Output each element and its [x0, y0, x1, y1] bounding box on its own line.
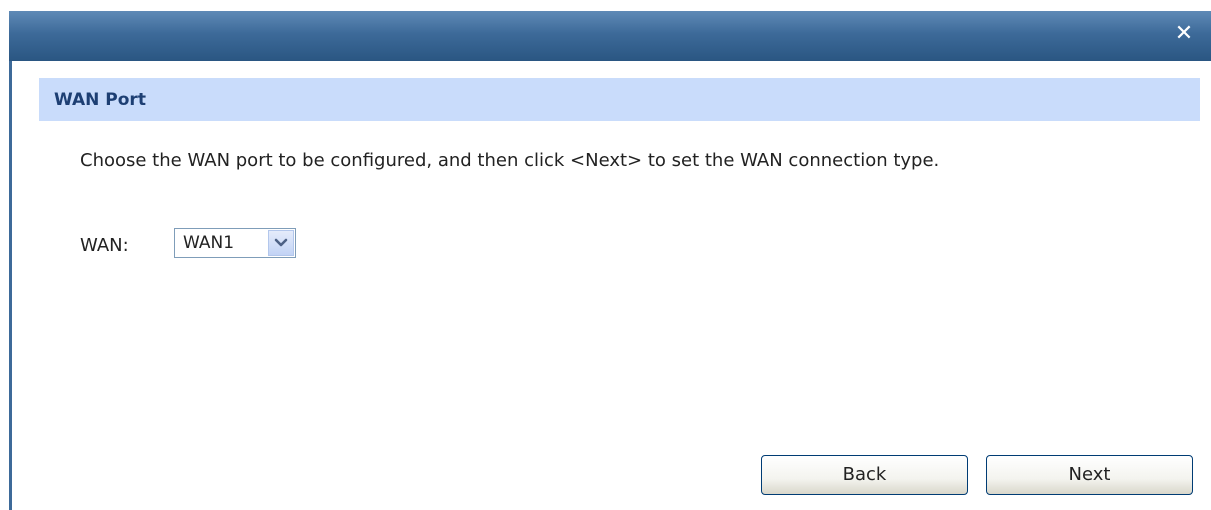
section-header: WAN Port [39, 78, 1200, 121]
back-button[interactable]: Back [761, 455, 968, 495]
wan-label: WAN: [80, 235, 129, 256]
next-button[interactable]: Next [986, 455, 1193, 495]
chevron-down-icon [274, 238, 288, 247]
wan-port-dialog: ✕ WAN Port Choose the WAN port to be con… [0, 0, 1211, 510]
wan-select-value: WAN1 [183, 233, 235, 253]
wan-select[interactable]: WAN1 [174, 228, 296, 258]
dropdown-button[interactable] [268, 230, 294, 256]
section-title: WAN Port [54, 90, 146, 110]
dialog-left-border [9, 61, 12, 510]
dialog-titlebar: ✕ [9, 11, 1211, 61]
close-icon[interactable]: ✕ [1173, 23, 1195, 45]
description-text: Choose the WAN port to be configured, an… [80, 150, 940, 171]
